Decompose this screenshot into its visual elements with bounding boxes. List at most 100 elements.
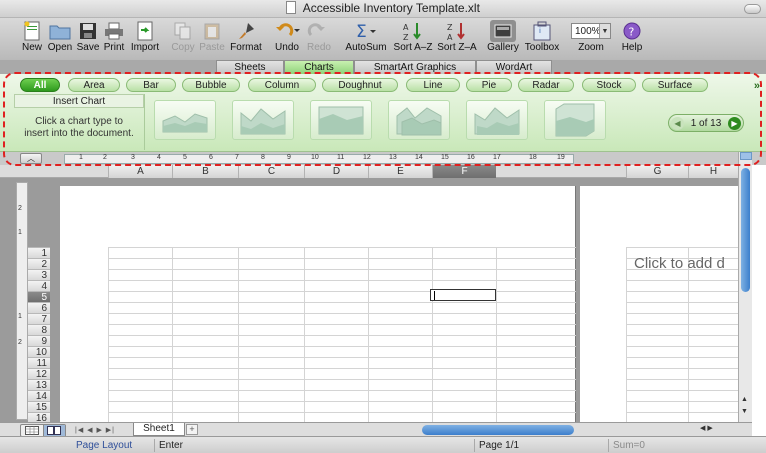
redo-button[interactable]: Redo bbox=[304, 20, 334, 58]
chart-thumbnail-3d-percent-area[interactable] bbox=[544, 100, 606, 140]
row-header[interactable]: 3 bbox=[28, 269, 50, 281]
stacked-area-chart-icon bbox=[240, 108, 286, 135]
cell-grid-page-2[interactable] bbox=[626, 247, 738, 422]
chart-thumbnail-stacked-area[interactable] bbox=[232, 100, 294, 140]
scroll-up-icon[interactable]: ▲ bbox=[741, 396, 748, 403]
more-categories-icon[interactable]: » bbox=[754, 80, 760, 92]
chart-thumbnail-3d-area[interactable] bbox=[388, 100, 450, 140]
column-header-e[interactable]: E bbox=[368, 165, 432, 178]
row-header[interactable]: 10 bbox=[28, 346, 50, 358]
tab-sheets[interactable]: Sheets bbox=[216, 60, 284, 74]
zoom-control[interactable]: 100% ▼ Zoom bbox=[568, 20, 614, 58]
category-stock[interactable]: Stock bbox=[582, 78, 636, 92]
ruler-mark: 1 bbox=[79, 154, 83, 161]
clipboard-icon bbox=[204, 23, 220, 40]
ruler-mark: 3 bbox=[131, 154, 135, 161]
tab-charts[interactable]: Charts bbox=[284, 60, 354, 74]
row-header[interactable]: 13 bbox=[28, 379, 50, 391]
grid-line bbox=[304, 247, 305, 422]
category-doughnut[interactable]: Doughnut bbox=[322, 78, 398, 92]
column-header-h[interactable]: H bbox=[688, 165, 738, 178]
next-page-icon[interactable]: ▶ bbox=[728, 116, 741, 130]
chart-thumbnail-3d-stacked-area[interactable] bbox=[466, 100, 528, 140]
row-header[interactable]: 4 bbox=[28, 280, 50, 292]
autosum-button[interactable]: Σ AutoSum bbox=[344, 20, 388, 58]
undo-button[interactable]: Undo bbox=[272, 20, 302, 58]
format-button[interactable]: Format bbox=[228, 20, 264, 58]
row-header[interactable]: 9 bbox=[28, 335, 50, 347]
sheet-navigation-icons[interactable]: |◀ ◀ ▶ ▶| bbox=[75, 426, 115, 434]
import-icon bbox=[137, 21, 153, 41]
column-header-b[interactable]: B bbox=[172, 165, 238, 178]
previous-page-icon[interactable]: ◀ bbox=[671, 116, 684, 130]
row-header[interactable]: 1 bbox=[28, 247, 50, 259]
zoom-value: 100% bbox=[575, 25, 601, 37]
save-button[interactable]: Save bbox=[75, 20, 101, 58]
scroll-down-icon[interactable]: ▼ bbox=[741, 408, 748, 415]
split-handle[interactable] bbox=[740, 152, 752, 160]
ruler-mark: 13 bbox=[389, 154, 397, 161]
status-view[interactable]: Page Layout View bbox=[72, 439, 154, 452]
horizontal-ruler[interactable]: 1 2 3 4 5 6 7 8 9 10 11 12 13 14 15 16 1… bbox=[64, 154, 574, 164]
paste-button[interactable]: Paste bbox=[198, 20, 226, 58]
sort-ascending-button[interactable]: AZ Sort A–Z bbox=[392, 20, 434, 58]
horizontal-scroll-thumb[interactable] bbox=[422, 425, 574, 435]
chart-thumbnail-percent-area[interactable] bbox=[310, 100, 372, 140]
row-header[interactable]: 2 bbox=[28, 258, 50, 270]
toolbox-button[interactable]: i Toolbox bbox=[522, 20, 562, 58]
horizontal-scroll-arrows-icon[interactable]: ◀ ▶ bbox=[700, 424, 713, 432]
category-radar[interactable]: Radar bbox=[518, 78, 574, 92]
column-header-g[interactable]: G bbox=[626, 165, 688, 178]
row-header[interactable]: 14 bbox=[28, 390, 50, 402]
new-document-icon bbox=[24, 21, 40, 41]
column-header-d[interactable]: D bbox=[304, 165, 368, 178]
column-header-c[interactable]: C bbox=[238, 165, 304, 178]
row-header[interactable]: 15 bbox=[28, 401, 50, 413]
column-header-a[interactable]: A bbox=[108, 165, 172, 178]
row-header[interactable]: 8 bbox=[28, 324, 50, 336]
print-button[interactable]: Print bbox=[101, 20, 127, 58]
row-header[interactable]: 7 bbox=[28, 313, 50, 325]
vertical-ruler[interactable]: 2 1 1 2 bbox=[16, 182, 28, 420]
add-sheet-button[interactable]: + bbox=[186, 424, 198, 435]
add-header-placeholder[interactable]: Click to add d bbox=[634, 255, 725, 272]
open-button[interactable]: Open bbox=[46, 20, 74, 58]
vertical-scrollbar[interactable]: ▲ ▼ bbox=[738, 152, 752, 422]
column-header-f[interactable]: F bbox=[432, 165, 496, 178]
copy-button[interactable]: Copy bbox=[170, 20, 196, 58]
sheet-tab-sheet1[interactable]: Sheet1 bbox=[133, 423, 185, 436]
tab-smartart-graphics[interactable]: SmartArt Graphics bbox=[354, 60, 476, 74]
vertical-scroll-thumb[interactable] bbox=[741, 168, 750, 292]
row-header[interactable]: 11 bbox=[28, 357, 50, 369]
cell-grid[interactable] bbox=[108, 247, 576, 422]
collapse-gallery-button[interactable]: ︿ bbox=[20, 153, 42, 164]
gallery-button[interactable]: Gallery bbox=[486, 20, 520, 58]
category-surface[interactable]: Surface bbox=[642, 78, 708, 92]
category-bar[interactable]: Bar bbox=[126, 78, 176, 92]
sort-descending-button[interactable]: ZA Sort Z–A bbox=[436, 20, 478, 58]
page-layout-view-button[interactable] bbox=[42, 425, 65, 436]
normal-view-button[interactable] bbox=[21, 425, 43, 436]
import-button[interactable]: Import bbox=[128, 20, 162, 58]
category-bubble[interactable]: Bubble bbox=[182, 78, 240, 92]
row-header-selected[interactable]: 5 bbox=[28, 291, 50, 303]
undo-arrow-icon bbox=[276, 23, 300, 37]
zoom-select[interactable]: 100% ▼ bbox=[571, 23, 611, 39]
row-header[interactable]: 6 bbox=[28, 302, 50, 314]
category-line[interactable]: Line bbox=[406, 78, 460, 92]
category-area[interactable]: Area bbox=[68, 78, 120, 92]
gallery-icon bbox=[490, 20, 516, 42]
category-column[interactable]: Column bbox=[248, 78, 316, 92]
status-sum: Sum=0 bbox=[608, 439, 724, 452]
help-button[interactable]: ? Help bbox=[618, 20, 646, 58]
category-pie[interactable]: Pie bbox=[466, 78, 512, 92]
active-cell-f5[interactable] bbox=[430, 289, 496, 301]
chart-thumbnail-area[interactable] bbox=[154, 100, 216, 140]
grid-line bbox=[238, 247, 239, 422]
status-mode: Enter bbox=[154, 439, 474, 452]
row-header[interactable]: 12 bbox=[28, 368, 50, 380]
tab-wordart[interactable]: WordArt bbox=[476, 60, 552, 74]
new-button[interactable]: New bbox=[18, 20, 46, 58]
toolbar-toggle-button[interactable] bbox=[744, 4, 761, 14]
category-all[interactable]: All bbox=[20, 78, 60, 92]
